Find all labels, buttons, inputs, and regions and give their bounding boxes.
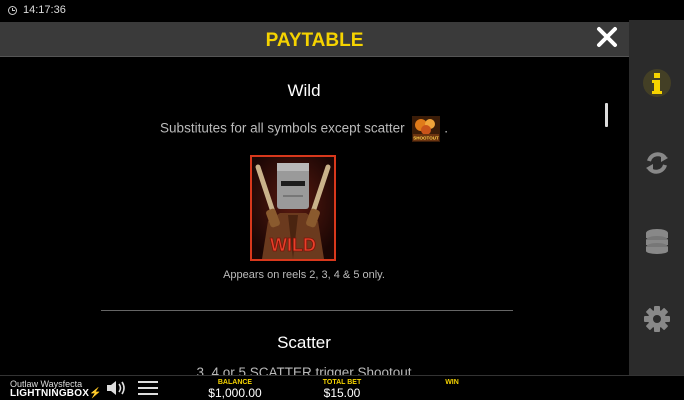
- sound-icon[interactable]: [106, 380, 128, 396]
- info-icon: [643, 69, 671, 97]
- wild-description-suffix: .: [444, 120, 448, 136]
- scatter-icon-text: SHOOTOUT: [414, 136, 440, 141]
- autoplay-button[interactable]: [642, 148, 672, 178]
- section-divider: [101, 310, 513, 311]
- info-button[interactable]: [642, 68, 672, 98]
- wild-heading: Wild: [287, 81, 321, 100]
- autoplay-icon: [646, 152, 668, 174]
- balance-label: BALANCE: [217, 379, 253, 386]
- scatter-description: 3, 4 or 5 SCATTER trigger Shootout: [196, 365, 412, 375]
- paytable-title: PAYTABLE: [265, 30, 364, 51]
- clock-time: 14:17:36: [23, 4, 66, 16]
- hamburger-menu-icon[interactable]: [138, 381, 158, 399]
- brand-part1: LIGHTNING: [10, 388, 67, 399]
- coins-stack-icon: [646, 229, 668, 254]
- total-bet-label: TOTAL BET: [322, 379, 362, 386]
- wild-description-text: Substitutes for all symbols except scatt…: [160, 120, 405, 136]
- bet-button[interactable]: [642, 226, 672, 256]
- settings-button[interactable]: [642, 304, 672, 334]
- scatter-symbol-icon: SHOOTOUT: [412, 116, 441, 142]
- balance-value: $1,000.00: [208, 386, 262, 400]
- side-menu: [629, 20, 684, 375]
- wild-reels-note: Appears on reels 2, 3, 4 & 5 only.: [223, 269, 385, 281]
- paytable-header: PAYTABLE: [0, 22, 629, 57]
- game-footer: Outlaw Waysfecta LIGHTNINGBOX⚡ BALANCE $…: [0, 375, 684, 400]
- clock-icon: [8, 5, 17, 15]
- scatter-heading: Scatter: [277, 333, 331, 352]
- win-label: WIN: [445, 379, 459, 386]
- gear-icon: [644, 306, 670, 332]
- lightning-bolt-icon: ⚡: [89, 388, 102, 399]
- brand-part2: BOX: [66, 388, 90, 399]
- wild-symbol-text: WILD: [270, 235, 316, 255]
- close-icon[interactable]: [595, 25, 619, 49]
- paytable-content[interactable]: Wild Substitutes for all symbols except …: [0, 57, 629, 375]
- status-bar: 14:17:36: [0, 0, 684, 20]
- wild-symbol-image: WILD: [250, 155, 336, 261]
- total-bet-value: $15.00: [323, 386, 361, 400]
- brand-logo: LIGHTNINGBOX⚡: [10, 388, 102, 399]
- wild-description: Substitutes for all symbols except scatt…: [0, 116, 608, 142]
